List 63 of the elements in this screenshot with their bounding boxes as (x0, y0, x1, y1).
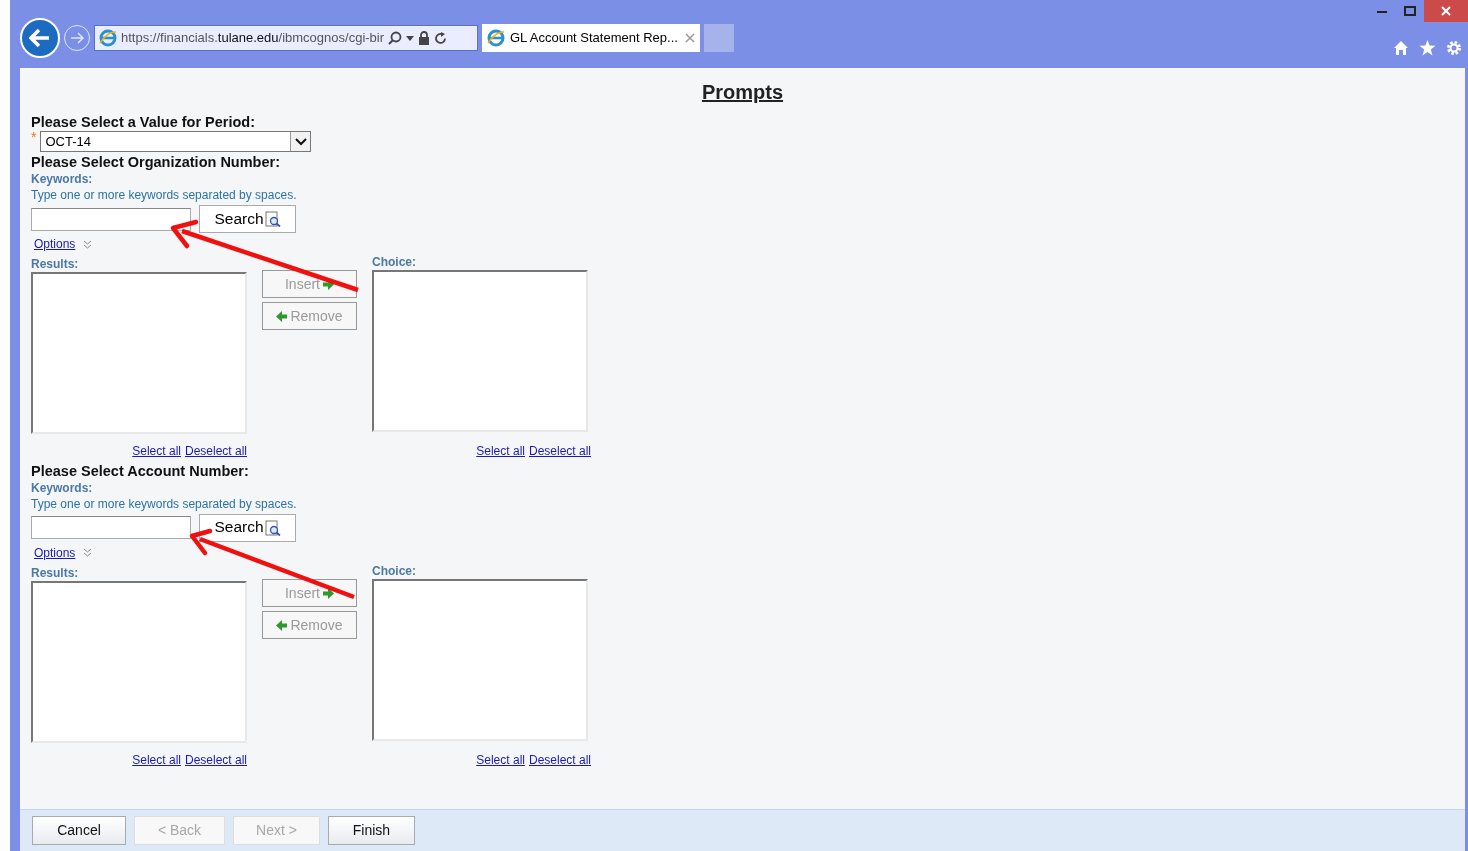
star-icon[interactable] (1419, 40, 1436, 56)
deselect-all-link[interactable]: Deselect all (528, 753, 591, 768)
period-dropdown[interactable]: OCT-14 (40, 131, 312, 152)
required-mark: * (31, 131, 37, 144)
close-icon (1441, 6, 1451, 16)
left-arrow-icon (276, 619, 288, 631)
magnifier-icon (264, 519, 281, 536)
magnifier-icon (264, 211, 281, 227)
url-text: https://financials.tulane.edu/ibmcognos/cgi-bir (121, 30, 385, 46)
search-button[interactable]: Search (199, 205, 296, 233)
cancel-button[interactable]: Cancel (32, 816, 126, 845)
settings-icon[interactable] (1446, 40, 1462, 56)
search-icon[interactable] (388, 31, 403, 45)
home-icon[interactable] (1393, 40, 1409, 56)
expand-chevron-icon[interactable] (83, 239, 93, 249)
results-label: Results: (31, 257, 79, 272)
choice-list[interactable] (372, 579, 588, 742)
right-arrow-icon (70, 32, 84, 44)
maximize-icon (1404, 6, 1416, 16)
tab-title: GL Account Statement Rep... (510, 30, 678, 46)
choice-list[interactable] (372, 270, 588, 433)
address-bar[interactable]: https://financials.tulane.edu/ibmcognos/cgi-bir (94, 25, 478, 51)
left-arrow-icon (29, 28, 51, 48)
finish-button[interactable]: Finish (328, 816, 415, 845)
options-link[interactable]: Options (34, 237, 76, 252)
field-label: Please Select Account Number: (31, 462, 249, 479)
search-button[interactable]: Search (199, 513, 296, 542)
close-icon[interactable] (685, 33, 695, 43)
results-list[interactable] (31, 272, 247, 435)
options-link[interactable]: Options (34, 545, 76, 561)
keywords-label: Keywords: (31, 480, 93, 495)
deselect-all-link[interactable]: Deselect all (528, 444, 591, 459)
close-window-button[interactable] (1424, 0, 1468, 22)
select-all-link[interactable]: Select all (476, 753, 525, 768)
dropdown-caret-icon (294, 137, 307, 146)
select-all-link[interactable]: Select all (476, 444, 525, 459)
choice-label: Choice: (372, 255, 416, 270)
hint-text: Type one or more keywords separated by spaces. (31, 496, 297, 511)
results-list[interactable] (31, 581, 247, 744)
right-arrow-icon (323, 587, 334, 599)
keywords-field[interactable] (31, 207, 191, 231)
choice-label: Choice: (372, 564, 416, 579)
deselect-all-link[interactable]: Deselect all (184, 444, 247, 459)
field-label: Please Select Organization Number: (31, 154, 280, 170)
select-all-link[interactable]: Select all (132, 444, 181, 459)
hint-text: Type one or more keywords separated by spaces. (31, 188, 297, 202)
dropdown-caret-icon[interactable] (406, 35, 415, 41)
browser-tab[interactable]: GL Account Statement Rep... (482, 24, 700, 52)
keywords-label: Keywords: (31, 172, 93, 186)
browser-logo-icon (99, 29, 117, 47)
page-title: Prompts (701, 81, 784, 103)
lock-icon (418, 31, 431, 45)
keywords-field[interactable] (31, 516, 191, 540)
field-label: Please Select a Value for Period: (31, 114, 256, 130)
left-arrow-icon (276, 310, 288, 322)
expand-chevron-icon[interactable] (83, 548, 93, 558)
select-all-link[interactable]: Select all (132, 753, 181, 768)
results-label: Results: (31, 566, 79, 581)
minimize-icon (1377, 9, 1387, 13)
deselect-all-link[interactable]: Deselect all (184, 753, 247, 768)
browser-logo-icon (487, 29, 505, 47)
back-button[interactable] (20, 18, 60, 58)
refresh-icon[interactable] (434, 31, 448, 45)
